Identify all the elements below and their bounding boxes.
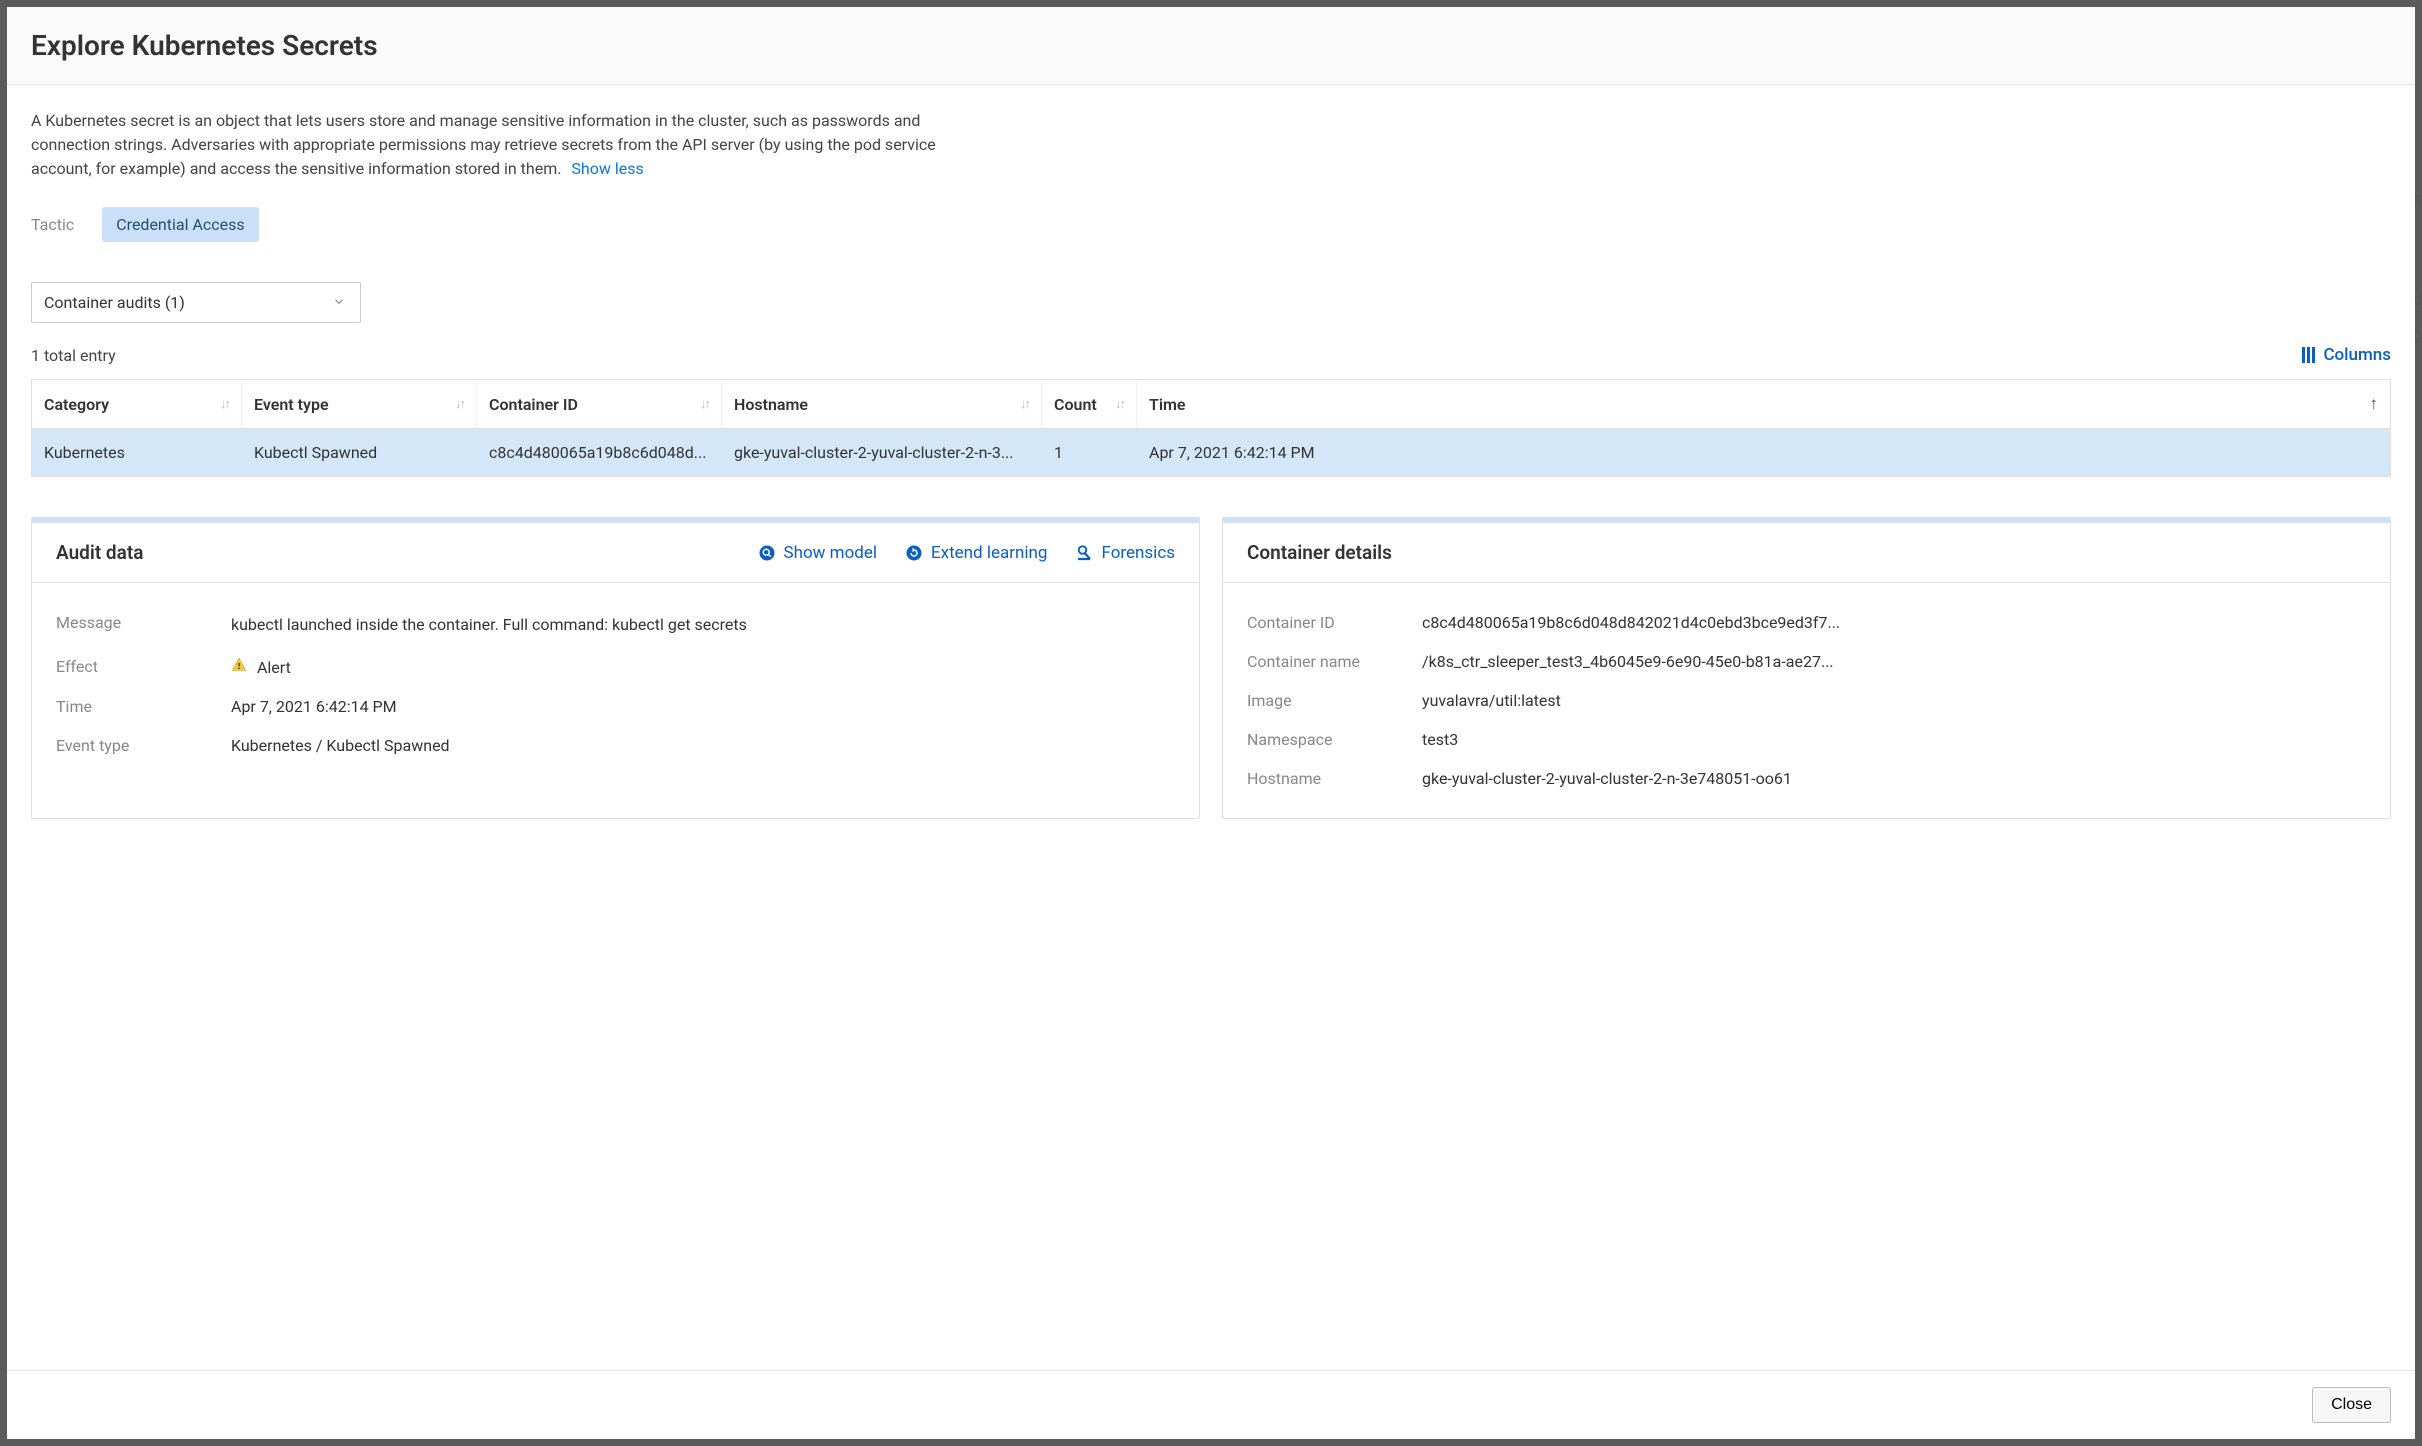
audit-panel-body: Message kubectl launched inside the cont… <box>32 583 1199 785</box>
modal-header: Explore Kubernetes Secrets <box>7 7 2415 85</box>
description-text: A Kubernetes secret is an object that le… <box>31 109 951 181</box>
dropdown-label: Container audits (1) <box>44 293 185 312</box>
forensics-icon <box>1075 544 1093 562</box>
sort-icon: ↓↑ <box>455 396 464 412</box>
close-button[interactable]: Close <box>2312 1387 2391 1423</box>
refresh-icon <box>905 544 923 562</box>
th-hostname[interactable]: Hostname ↓↑ <box>722 381 1042 428</box>
audit-data-panel: Audit data Show model <box>31 517 1200 819</box>
kv-event-type: Event type Kubernetes / Kubectl Spawned <box>56 726 1175 765</box>
th-container-id-label: Container ID <box>489 395 578 414</box>
audit-panel-title: Audit data <box>56 541 143 564</box>
show-model-label: Show model <box>784 543 877 563</box>
forensics-label: Forensics <box>1101 543 1175 563</box>
td-time: Apr 7, 2021 6:42:14 PM <box>1137 429 2390 476</box>
modal-title: Explore Kubernetes Secrets <box>31 29 2391 62</box>
table-header-row: Category ↓↑ Event type ↓↑ Container ID ↓… <box>32 380 2390 429</box>
container-panel-body: Container ID c8c4d480065a19b8c6d048d8420… <box>1223 583 2390 818</box>
tactic-badge[interactable]: Credential Access <box>102 207 258 242</box>
event-type-value: Kubernetes / Kubectl Spawned <box>231 736 1175 755</box>
image-label: Image <box>1247 691 1422 710</box>
th-hostname-label: Hostname <box>734 395 808 414</box>
search-icon <box>758 544 776 562</box>
time-label: Time <box>56 697 231 716</box>
td-category: Kubernetes <box>32 429 242 476</box>
td-event-type: Kubectl Spawned <box>242 429 477 476</box>
kv-namespace: Namespace test3 <box>1247 720 2366 759</box>
th-container-id[interactable]: Container ID ↓↑ <box>477 381 722 428</box>
th-event-type-label: Event type <box>254 395 329 414</box>
message-label: Message <box>56 613 231 632</box>
kv-container-id: Container ID c8c4d480065a19b8c6d048d8420… <box>1247 603 2366 642</box>
audit-table: Category ↓↑ Event type ↓↑ Container ID ↓… <box>31 379 2391 477</box>
effect-value: Alert <box>231 657 1175 677</box>
audit-panel-actions: Show model Extend learning <box>758 543 1175 563</box>
sort-icon: ↓↑ <box>1020 396 1029 412</box>
td-container-id: c8c4d480065a19b8c6d048d... <box>477 429 722 476</box>
kv-message: Message kubectl launched inside the cont… <box>56 603 1175 647</box>
modal-footer: Close <box>7 1370 2415 1439</box>
container-audits-dropdown[interactable]: Container audits (1) <box>31 282 361 323</box>
namespace-label: Namespace <box>1247 730 1422 749</box>
container-details-panel: Container details Container ID c8c4d4800… <box>1222 517 2391 819</box>
sort-icon: ↓↑ <box>1115 396 1124 412</box>
namespace-value: test3 <box>1422 730 2366 749</box>
show-less-link[interactable]: Show less <box>571 159 643 178</box>
kv-image: Image yuvalavra/util:latest <box>1247 681 2366 720</box>
container-id-label: Container ID <box>1247 613 1422 632</box>
description-content: A Kubernetes secret is an object that le… <box>31 111 936 178</box>
container-panel-title: Container details <box>1247 541 1392 564</box>
th-count[interactable]: Count ↓↑ <box>1042 381 1137 428</box>
container-id-value: c8c4d480065a19b8c6d048d842021d4c0ebd3bce… <box>1422 613 2366 632</box>
sort-icon: ↓↑ <box>700 396 709 412</box>
th-category-label: Category <box>44 395 109 414</box>
extend-learning-label: Extend learning <box>931 543 1047 563</box>
details-panels: Audit data Show model <box>31 517 2391 829</box>
image-value: yuvalavra/util:latest <box>1422 691 2366 710</box>
kv-time: Time Apr 7, 2021 6:42:14 PM <box>56 687 1175 726</box>
columns-icon <box>2302 347 2315 363</box>
container-name-label: Container name <box>1247 652 1422 671</box>
warning-icon <box>231 657 247 677</box>
tactic-label: Tactic <box>31 215 74 234</box>
show-model-button[interactable]: Show model <box>758 543 877 563</box>
columns-button-label: Columns <box>2323 345 2391 365</box>
kv-effect: Effect Alert <box>56 647 1175 687</box>
table-toolbar: 1 total entry Columns <box>31 345 2391 365</box>
columns-button[interactable]: Columns <box>2302 345 2391 365</box>
sort-icon: ↓↑ <box>220 396 229 412</box>
time-value: Apr 7, 2021 6:42:14 PM <box>231 697 1175 716</box>
effect-text: Alert <box>257 658 291 677</box>
th-count-label: Count <box>1054 395 1097 414</box>
filter-row: Container audits (1) <box>31 282 2391 323</box>
audit-panel-header: Audit data Show model <box>32 523 1199 583</box>
extend-learning-button[interactable]: Extend learning <box>905 543 1047 563</box>
td-count: 1 <box>1042 429 1137 476</box>
container-name-value: /k8s_ctr_sleeper_test3_4b6045e9-6e90-45e… <box>1422 652 2366 671</box>
th-category[interactable]: Category ↓↑ <box>32 381 242 428</box>
hostname-label: Hostname <box>1247 769 1422 788</box>
chevron-down-icon <box>332 293 346 312</box>
kv-hostname: Hostname gke-yuval-cluster-2-yuval-clust… <box>1247 759 2366 798</box>
total-entries-text: 1 total entry <box>31 346 116 365</box>
modal-dialog: Explore Kubernetes Secrets A Kubernetes … <box>7 7 2415 1439</box>
table-row[interactable]: Kubernetes Kubectl Spawned c8c4d480065a1… <box>32 429 2390 476</box>
modal-body[interactable]: A Kubernetes secret is an object that le… <box>7 85 2415 1370</box>
td-hostname: gke-yuval-cluster-2-yuval-cluster-2-n-3.… <box>722 429 1042 476</box>
kv-container-name: Container name /k8s_ctr_sleeper_test3_4b… <box>1247 642 2366 681</box>
th-time[interactable]: Time ↑ <box>1137 380 2390 428</box>
tactic-row: Tactic Credential Access <box>31 207 2391 242</box>
effect-label: Effect <box>56 657 231 676</box>
hostname-value: gke-yuval-cluster-2-yuval-cluster-2-n-3e… <box>1422 769 2366 788</box>
th-time-label: Time <box>1149 395 1186 414</box>
th-event-type[interactable]: Event type ↓↑ <box>242 381 477 428</box>
event-type-label: Event type <box>56 736 231 755</box>
message-value: kubectl launched inside the container. F… <box>231 613 1175 637</box>
container-panel-header: Container details <box>1223 523 2390 583</box>
forensics-button[interactable]: Forensics <box>1075 543 1175 563</box>
sort-asc-icon: ↑ <box>2370 394 2379 414</box>
